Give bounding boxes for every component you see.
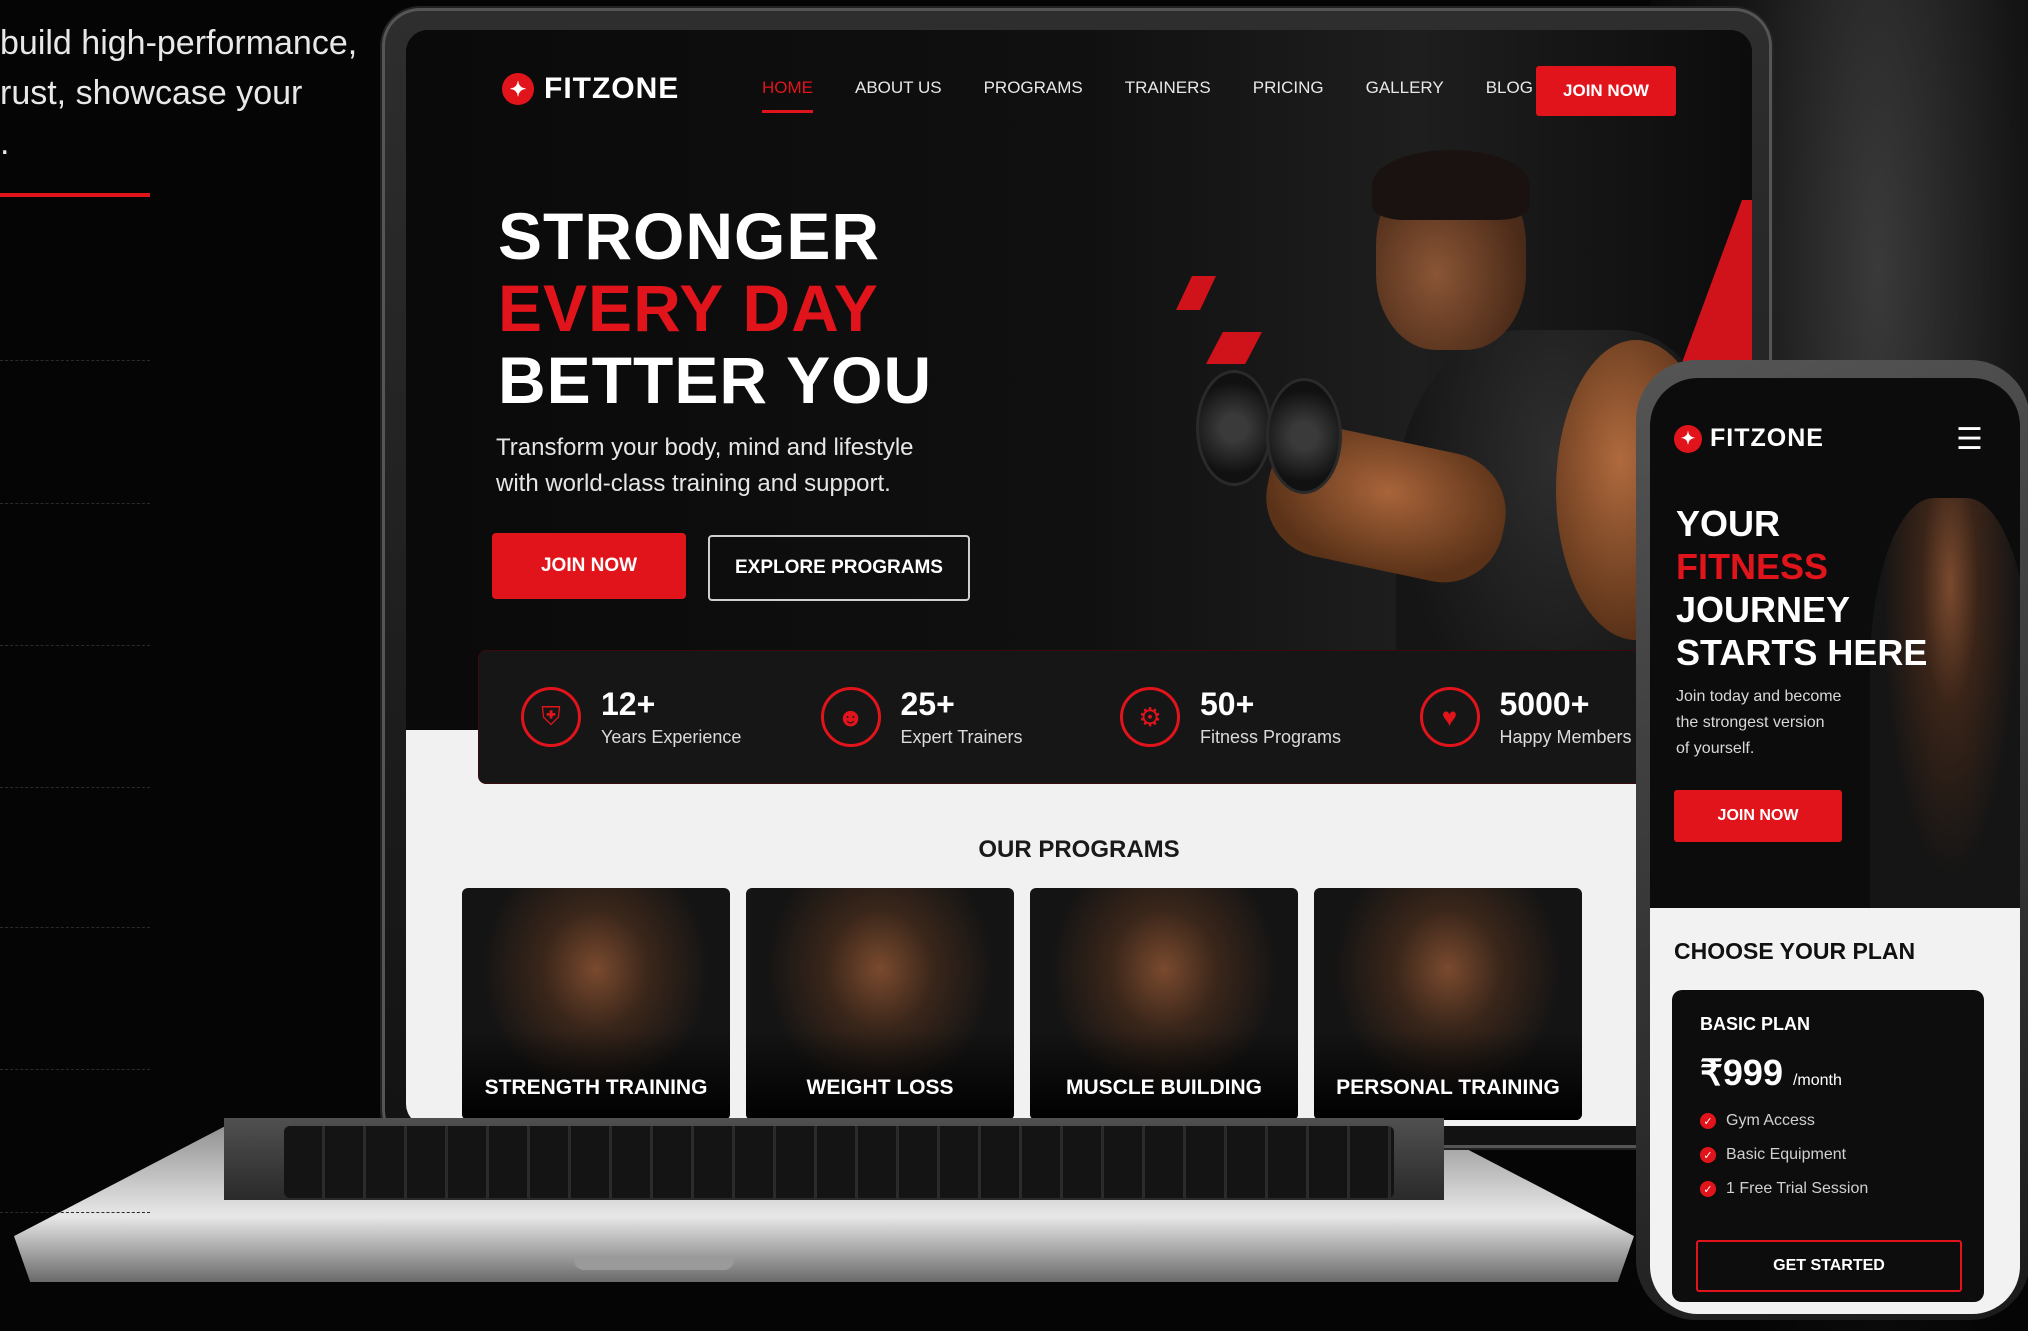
site-logo[interactable]: ✦ FITZONE [502, 72, 679, 106]
stat-label: Happy Members [1499, 727, 1632, 747]
plan-name: BASIC PLAN [1700, 1014, 1811, 1034]
programs-icon: ⚙ [1120, 687, 1180, 747]
plan-price: ₹999 /month [1700, 1052, 1842, 1094]
laptop-keyboard [284, 1126, 1394, 1198]
plan-period: /month [1792, 1072, 1842, 1089]
check-icon: ✓ [1700, 1181, 1716, 1197]
check-icon: ✓ [1700, 1113, 1716, 1129]
plan-card: BASIC PLAN ₹999 /month ✓ Gym Access ✓ Ba… [1672, 990, 1984, 1302]
nav-item-programs[interactable]: PROGRAMS [984, 78, 1083, 113]
laptop-screen: ✦ FITZONE HOME ABOUT US PROGRAMS TRAINER… [406, 30, 1752, 1126]
phone-subtitle-line: the strongest version [1676, 714, 1825, 731]
trainers-icon: ☻ [820, 687, 881, 747]
side-copy-line: build high-performance, [0, 24, 358, 62]
hero-title-line: BETTER YOU [498, 343, 933, 417]
plan-feature: ✓ Basic Equipment [1700, 1146, 1868, 1164]
nav-item-about-us[interactable]: ABOUT US [855, 78, 942, 113]
hamburger-icon[interactable]: ☰ [1956, 425, 1988, 455]
phone-subtitle-line: Join today and become [1676, 688, 1842, 705]
check-icon: ✓ [1700, 1147, 1716, 1163]
stat-value: 12+ [601, 686, 656, 722]
get-started-button[interactable]: GET STARTED [1696, 1240, 1962, 1292]
program-card-label: PERSONAL TRAINING [1336, 1076, 1560, 1099]
hero-subtitle: Transform your body, mind and lifestyle … [496, 430, 996, 502]
explore-programs-button[interactable]: EXPLORE PROGRAMS [708, 535, 970, 601]
program-card-personal-training[interactable]: PERSONAL TRAINING [1314, 888, 1582, 1120]
hero-title: STRONGER EVERY DAY BETTER YOU [498, 200, 932, 416]
laptop-notch [574, 1256, 734, 1270]
program-card-label: MUSCLE BUILDING [1066, 1076, 1262, 1099]
fitzone-logo-icon: ✦ [1674, 424, 1702, 453]
site-logo-text: FITZONE [544, 72, 680, 105]
phone-hero-title: YOUR FITNESS JOURNEY STARTS HERE [1676, 502, 1927, 674]
laptop-base [14, 1118, 1634, 1282]
phone-logo[interactable]: ✦ FITZONE [1674, 424, 1824, 453]
program-card-muscle-building[interactable]: MUSCLE BUILDING [1030, 888, 1298, 1120]
plan-price-value: ₹999 [1700, 1052, 1783, 1093]
nav-item-pricing[interactable]: PRICING [1253, 78, 1324, 113]
plan-section-title: CHOOSE YOUR PLAN [1674, 938, 1916, 964]
stat-item: ⛨ 12+ Years Experience [479, 651, 779, 783]
nav-item-blog[interactable]: BLOG [1486, 78, 1533, 113]
hero-title-line: STRONGER [498, 199, 881, 273]
side-copy-line: . [0, 124, 10, 162]
members-icon: ♥ [1419, 687, 1480, 747]
stat-label: Fitness Programs [1200, 727, 1342, 747]
hero-subtitle-line: Transform your body, mind and lifestyle [496, 434, 914, 461]
stat-value: 25+ [900, 686, 955, 722]
phone-logo-text: FITZONE [1710, 424, 1824, 452]
plan-feature: ✓ 1 Free Trial Session [1700, 1180, 1868, 1198]
plan-features: ✓ Gym Access ✓ Basic Equipment ✓ 1 Free … [1700, 1112, 1868, 1214]
side-description: build high-performance, rust, showcase y… [0, 18, 357, 168]
phone-hero-subtitle: Join today and become the strongest vers… [1676, 684, 1876, 762]
stat-item: ⚙ 50+ Fitness Programs [1078, 651, 1378, 783]
program-card-label: STRENGTH TRAINING [484, 1076, 708, 1099]
nav-item-gallery[interactable]: GALLERY [1366, 78, 1444, 113]
fitzone-logo-icon: ✦ [502, 73, 534, 105]
phone-join-now-button[interactable]: JOIN NOW [1674, 790, 1842, 842]
programs-title: OUR PROGRAMS [978, 836, 1180, 863]
phone-title-line-accent: FITNESS [1676, 546, 1829, 587]
side-copy-line: rust, showcase your [0, 74, 303, 112]
stat-item: ☻ 25+ Expert Trainers [779, 651, 1079, 783]
program-card-weight-loss[interactable]: WEIGHT LOSS [746, 888, 1014, 1120]
program-cards: STRENGTH TRAINING WEIGHT LOSS MUSCLE BUI… [462, 888, 1582, 1120]
stat-value: 5000+ [1499, 686, 1590, 722]
hero-subtitle-line: with world-class training and support. [496, 470, 891, 497]
hero-title-line-accent: EVERY DAY [498, 271, 879, 345]
hero-join-now-button[interactable]: JOIN NOW [492, 533, 686, 599]
plan-feature: ✓ Gym Access [1700, 1112, 1868, 1130]
stat-value: 50+ [1200, 686, 1255, 722]
phone-screen: ✦ FITZONE ☰ YOUR FITNESS JOURNEY STARTS … [1650, 378, 2020, 1314]
plan-feature-label: Basic Equipment [1726, 1146, 1847, 1163]
dumbbell-image [1196, 370, 1356, 494]
stat-label: Expert Trainers [900, 727, 1023, 747]
phone-title-line: YOUR [1676, 503, 1781, 544]
phone-subtitle-line: of yourself. [1676, 740, 1755, 757]
program-card-label: WEIGHT LOSS [806, 1076, 954, 1099]
nav-item-home[interactable]: HOME [762, 78, 813, 113]
phone-title-line: JOURNEY [1676, 589, 1851, 630]
side-red-rule [0, 193, 150, 197]
stat-label: Years Experience [601, 727, 742, 747]
nav-join-now-button[interactable]: JOIN NOW [1536, 66, 1676, 116]
program-card-strength-training[interactable]: STRENGTH TRAINING [462, 888, 730, 1120]
stat-item: ♥ 5000+ Happy Members [1378, 651, 1678, 783]
nav-item-trainers[interactable]: TRAINERS [1125, 78, 1211, 113]
main-nav: HOME ABOUT US PROGRAMS TRAINERS PRICING … [762, 78, 1575, 113]
phone-title-line: STARTS HERE [1676, 632, 1928, 673]
shield-icon: ⛨ [521, 687, 581, 747]
plan-feature-label: 1 Free Trial Session [1726, 1180, 1869, 1197]
stats-bar: ⛨ 12+ Years Experience ☻ 25+ Expert Trai… [478, 650, 1678, 784]
plan-feature-label: Gym Access [1726, 1112, 1815, 1129]
